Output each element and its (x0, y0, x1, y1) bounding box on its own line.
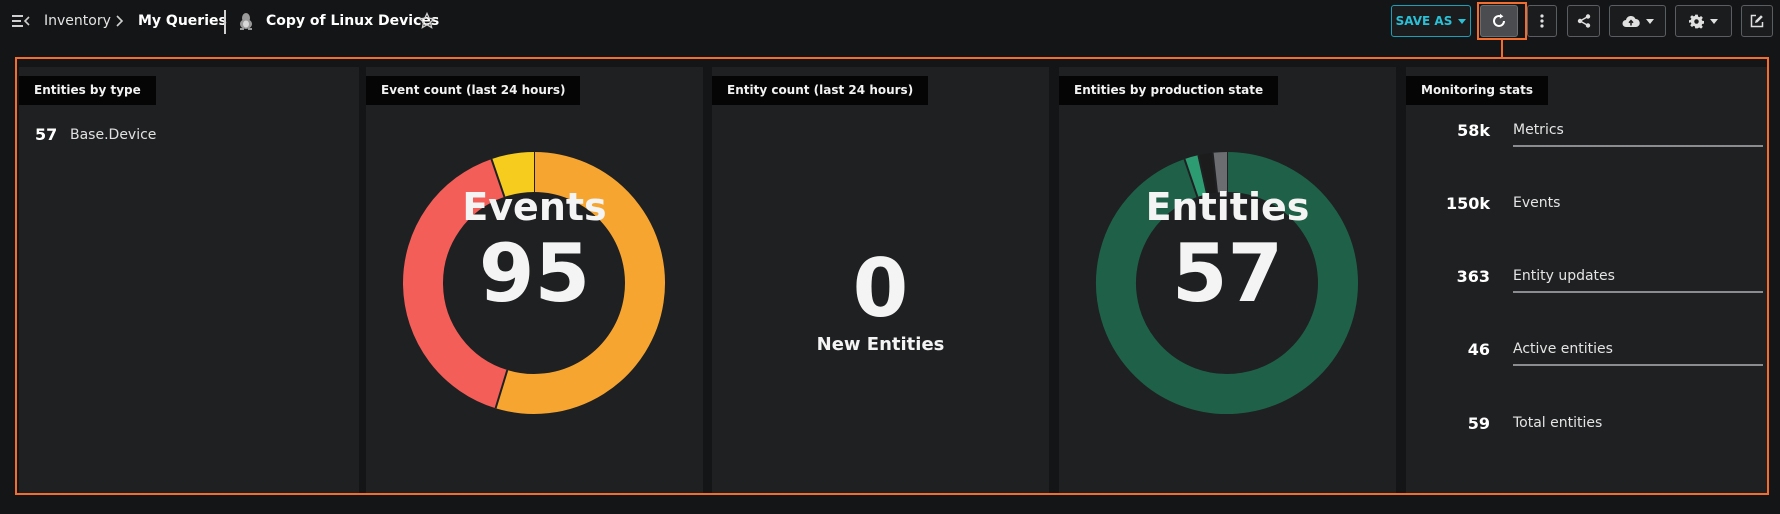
dashboard-container: Entities by type 57 Base.Device Event co… (15, 57, 1769, 495)
caret-down-icon (1710, 18, 1718, 24)
edit-icon (1750, 14, 1764, 28)
stat-label: Total entities (1513, 415, 1603, 431)
breadcrumb-divider (224, 10, 226, 34)
highlight-connector (1501, 40, 1503, 58)
stat-label: Active entities (1513, 341, 1613, 357)
stat-underline (1513, 364, 1763, 366)
share-icon (1577, 14, 1590, 28)
donut-center-label: Entities (1145, 185, 1310, 229)
stat-value: 363 (1456, 267, 1490, 286)
breadcrumb-my-queries[interactable]: My Queries (138, 12, 227, 30)
panel-production-state: Entities by production state Entities 57 (1059, 67, 1396, 493)
caret-down-icon (1458, 18, 1467, 24)
share-button[interactable] (1567, 5, 1600, 37)
stat-label: Metrics (1513, 122, 1564, 138)
panel-title: Entity count (last 24 hours) (712, 76, 929, 105)
donut-center-label: Events (462, 185, 607, 229)
save-as-button[interactable]: SAVE AS (1391, 5, 1471, 37)
type-label: Base.Device (70, 127, 157, 143)
panel-event-count: Event count (last 24 hours) Events 95 (366, 67, 703, 493)
panel-title: Monitoring stats (1406, 76, 1549, 105)
refresh-highlight (1477, 2, 1527, 40)
more-options-button[interactable] (1527, 5, 1557, 37)
stat-value: 46 (1467, 340, 1490, 359)
edit-button[interactable] (1741, 5, 1773, 37)
donut-slice-1[interactable] (1184, 155, 1208, 198)
panel-monitoring-stats: Monitoring stats 58k Metrics 150k Events… (1406, 67, 1767, 493)
breadcrumb-inventory[interactable]: Inventory (44, 12, 111, 30)
settings-button[interactable] (1675, 5, 1732, 37)
cloud-upload-icon (1622, 15, 1640, 27)
donut-center-value: 95 (478, 227, 591, 320)
stat-underline (1513, 145, 1763, 147)
more-vertical-icon (1540, 14, 1544, 28)
stat-value: 150k (1445, 194, 1490, 213)
new-entities-value: 0 (852, 242, 909, 335)
donut-slice-2[interactable] (491, 152, 535, 198)
menu-icon[interactable] (12, 12, 30, 30)
stat-total-entities[interactable]: 59 Total entities (1406, 414, 1766, 438)
stat-value: 58k (1457, 121, 1490, 140)
star-icon[interactable] (418, 12, 436, 30)
gear-icon (1689, 14, 1704, 29)
cloud-upload-button[interactable] (1609, 5, 1666, 37)
chevron-right-icon (116, 15, 124, 27)
panel-title: Entities by type (19, 76, 156, 105)
donut-slice-2[interactable] (1198, 152, 1218, 195)
stat-entity-updates[interactable]: 363 Entity updates (1406, 267, 1766, 293)
stat-active-entities[interactable]: 46 Active entities (1406, 340, 1766, 366)
caret-down-icon (1645, 18, 1654, 24)
panel-entities-by-type: Entities by type 57 Base.Device (19, 67, 359, 493)
save-as-label: SAVE AS (1395, 14, 1453, 28)
linux-icon (240, 13, 252, 30)
page-title: Copy of Linux Devices (266, 13, 440, 29)
panel-entity-count: Entity count (last 24 hours) 0 New Entit… (712, 67, 1049, 493)
donut-slice-3[interactable] (1212, 152, 1228, 193)
new-entities-label: New Entities (816, 334, 945, 355)
donut-center-value: 57 (1171, 227, 1284, 320)
stat-label: Events (1513, 195, 1561, 211)
stat-events[interactable]: 150k Events (1406, 194, 1766, 218)
top-bar: Inventory My Queries Copy of Linux Devic… (0, 0, 1780, 58)
stat-underline (1513, 291, 1763, 293)
stat-value: 59 (1467, 414, 1490, 433)
type-count: 57 (35, 125, 58, 144)
stat-label: Entity updates (1513, 268, 1615, 284)
stat-metrics[interactable]: 58k Metrics (1406, 121, 1766, 147)
